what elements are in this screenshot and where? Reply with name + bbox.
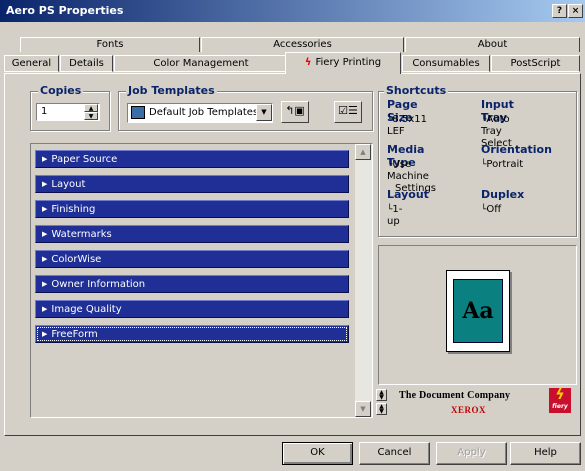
fiery-bolt-icon: ϟ [304,57,312,68]
expand-arrow-icon: ▶ [42,180,48,188]
window-title: Aero PS Properties [6,4,124,17]
orientation-value: └Portrait [481,159,524,170]
feature-label: Owner Information [51,279,146,290]
feature-layout[interactable]: ▶ Layout [35,175,349,193]
copies-value: 1 [41,106,48,117]
cancel-button[interactable]: Cancel [359,442,430,465]
copies-input[interactable]: 1 ▲ ▼ [36,103,100,121]
document-company-text: The Document Company [399,390,511,401]
job-templates-select[interactable]: Default Job Templates ▼ [127,103,273,123]
copies-label: Copies [38,84,84,97]
feature-label: ColorWise [51,254,102,265]
feature-list[interactable]: ▶ Paper Source ▶ Layout ▶ Finishing ▶ Waterm… [30,143,373,418]
tab-postscript[interactable]: PostScript [491,55,580,72]
feature-label: Finishing [51,204,96,215]
expand-arrow-icon: ▶ [42,230,48,238]
feature-label: Watermarks [51,229,112,240]
feature-freeform[interactable]: ▶ FreeForm [35,325,349,343]
close-icon[interactable]: × [568,4,583,18]
page-size-value: └8.5x11 LEF [387,114,427,137]
save-template-button[interactable]: ↰▣ [281,101,309,123]
feature-watermarks[interactable]: ▶ Watermarks [35,225,349,243]
duplex-value: └Off [481,204,502,215]
feature-paper-source[interactable]: ▶ Paper Source [35,150,349,168]
expand-arrow-icon: ▶ [42,205,48,213]
shortcuts-title: Shortcuts [384,84,449,97]
xerox-logo: XEROX [451,405,487,415]
preview-sample: Aa [453,279,503,343]
feature-label: Paper Source [51,154,118,165]
properties-window: Aero PS Properties ? × Fonts Accessories… [0,0,585,471]
tab-consumables[interactable]: Consumables [402,55,490,72]
copies-up-icon[interactable]: ▲ [84,104,98,112]
ok-button[interactable]: OK [282,442,353,465]
tab-accessories[interactable]: Accessories [201,37,404,52]
help-button[interactable]: Help [510,442,581,465]
apply-button[interactable]: Apply [436,442,507,465]
job-templates-selected: Default Job Templates [149,107,259,118]
tab-general[interactable]: General [4,55,59,72]
chevron-down-icon[interactable]: ▼ [256,104,272,121]
computer-icon [131,106,145,119]
tab-about[interactable]: About [405,37,580,52]
page-preview-icon: Aa [446,270,510,352]
tab-fiery-printing-label: Fiery Printing [315,57,382,68]
title-bar[interactable]: Aero PS Properties ? × [0,0,585,22]
feature-image-quality[interactable]: ▶ Image Quality [35,300,349,318]
orientation-label: Orientation [481,143,552,156]
expand-arrow-icon: ▶ [42,280,48,288]
tab-color-management[interactable]: Color Management [114,55,288,72]
manage-templates-icon: ☑☰ [338,104,358,117]
feature-finishing[interactable]: ▶ Finishing [35,200,349,218]
job-templates-label: Job Templates [126,84,217,97]
layout-value: └1-up [387,204,403,227]
expand-arrow-icon: ▶ [42,305,48,313]
preview-down-icon[interactable]: ▲ ▼ [376,403,387,415]
scroll-down-icon[interactable]: ▼ [355,401,371,417]
tab-fonts[interactable]: Fonts [20,37,200,52]
fiery-logo-text: fiery [552,403,568,410]
tab-details[interactable]: Details [60,55,113,72]
tab-fiery-printing[interactable]: ϟ Fiery Printing [285,52,401,74]
save-template-icon: ↰▣ [285,104,305,117]
copies-down-icon[interactable]: ▼ [84,112,98,120]
feature-label: Image Quality [51,304,122,315]
feature-owner-information[interactable]: ▶ Owner Information [35,275,349,293]
feature-label: Layout [51,179,86,190]
layout-label: Layout [387,188,429,201]
expand-arrow-icon: ▶ [42,255,48,263]
fiery-logo-icon: ϟ fiery [549,388,571,413]
preview-up-icon[interactable]: ▲ ▼ [376,389,387,401]
manage-templates-button[interactable]: ☑☰ [334,101,362,123]
expand-arrow-icon: ▶ [42,330,48,338]
scroll-up-icon[interactable]: ▲ [355,144,371,160]
expand-arrow-icon: ▶ [42,155,48,163]
help-icon[interactable]: ? [552,4,567,18]
duplex-label: Duplex [481,188,525,201]
feature-list-scrollbar[interactable]: ▲ ▼ [355,144,372,417]
feature-label: FreeForm [51,329,98,340]
feature-colorwise[interactable]: ▶ ColorWise [35,250,349,268]
